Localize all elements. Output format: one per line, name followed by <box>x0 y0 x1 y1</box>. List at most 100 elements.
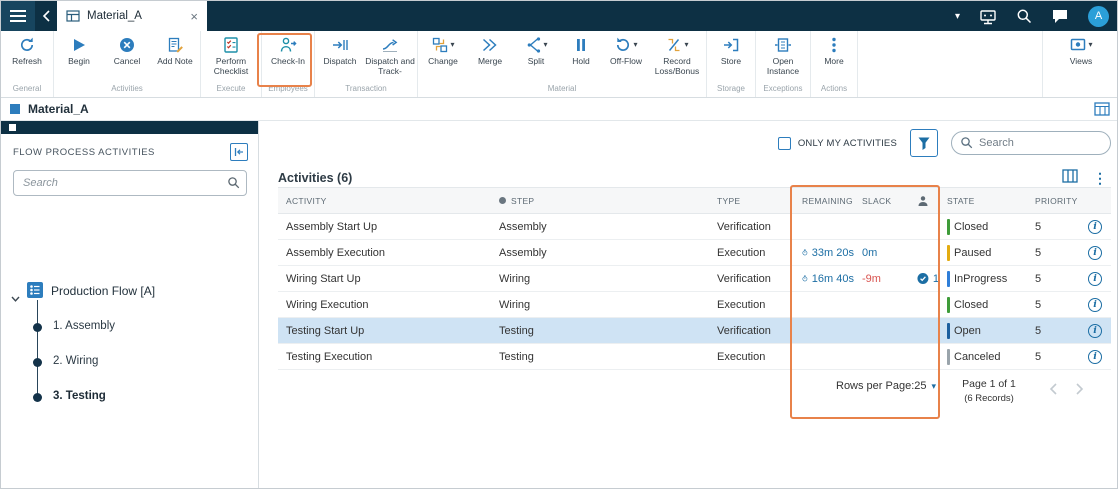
more-button[interactable]: More <box>812 36 856 67</box>
begin-button[interactable]: Begin <box>55 36 103 67</box>
cell-info: i <box>1079 297 1111 312</box>
col-activity[interactable]: ACTIVITY <box>278 196 491 206</box>
change-button[interactable]: ▾ Change <box>419 36 467 67</box>
activities-search-input[interactable] <box>951 131 1111 155</box>
ribbon-group-execute: Perform Checklist Execute <box>201 31 262 97</box>
record-dropdown-icon[interactable]: ▾ <box>684 40 688 49</box>
collapse-panel-icon[interactable] <box>230 143 248 161</box>
cell-step: Testing <box>499 350 534 363</box>
hold-button[interactable]: Hold <box>559 36 603 67</box>
checked-in-icon <box>917 273 929 284</box>
off-flow-dropdown-icon[interactable]: ▾ <box>633 40 637 49</box>
state-color-bar <box>947 296 950 313</box>
views-button[interactable]: ▾ Views <box>1057 36 1105 67</box>
ribbon-group-storage: Store Storage <box>707 31 756 97</box>
activities-table: ACTIVITY STEP TYPE REMAINING SLACK STATE… <box>278 187 1111 414</box>
ribbon-group-employees: Check-In Employees <box>262 31 315 97</box>
open-instance-button[interactable]: Open Instance <box>757 36 809 77</box>
dispatch-and-track-button[interactable]: Dispatch and Track- <box>364 36 416 77</box>
hamburger-menu-icon[interactable] <box>1 1 35 31</box>
check-in-icon <box>280 37 297 52</box>
tree-expander-icon[interactable] <box>11 289 20 307</box>
topbar-dropdown-icon[interactable]: ▾ <box>955 11 960 22</box>
refresh-button[interactable]: Refresh <box>2 36 52 67</box>
merge-button[interactable]: Merge <box>467 36 513 67</box>
more-options-icon[interactable]: ⋮ <box>1093 170 1107 187</box>
chat-icon[interactable] <box>1051 8 1069 24</box>
main-content: ONLY MY ACTIVITIES Activities (6) ⋮ ACTI… <box>259 121 1117 488</box>
col-step[interactable]: STEP <box>491 196 709 206</box>
sidebar-search-icon[interactable] <box>227 176 240 194</box>
sidebar-search-input[interactable] <box>13 170 247 196</box>
only-my-activities-checkbox[interactable] <box>777 136 791 150</box>
filter-button[interactable] <box>910 129 938 157</box>
column-chooser-icon[interactable] <box>1062 169 1078 188</box>
info-icon[interactable]: i <box>1088 323 1102 338</box>
table-row[interactable]: Wiring Execution Wiring Execution Closed… <box>278 292 1111 318</box>
table-row[interactable]: Assembly Execution Assembly Execution 33… <box>278 240 1111 266</box>
off-flow-button[interactable]: ▾ Off-Flow <box>603 36 649 67</box>
table-row[interactable]: Assembly Start Up Assembly Verification … <box>278 214 1111 240</box>
search-icon[interactable] <box>1016 8 1032 24</box>
flow-icon[interactable] <box>27 282 43 303</box>
cell-activity: Wiring Execution <box>286 298 369 311</box>
col-state[interactable]: STATE <box>939 196 1027 206</box>
step-icon <box>499 197 506 204</box>
sidebar-item-wiring[interactable]: 2. Wiring <box>53 355 98 367</box>
col-slack[interactable]: SLACK <box>854 196 909 206</box>
checklist-icon <box>224 37 238 53</box>
only-my-activities-label: ONLY MY ACTIVITIES <box>797 137 897 149</box>
cell-step: Assembly <box>499 220 547 233</box>
views-dropdown-icon[interactable]: ▾ <box>1088 40 1092 49</box>
table-row[interactable]: Wiring Start Up Wiring Verification 16m … <box>278 266 1111 292</box>
only-my-activities-toggle[interactable]: ONLY MY ACTIVITIES <box>777 136 897 150</box>
next-page-icon[interactable] <box>1076 382 1084 400</box>
pagination: Rows per Page:25 ▾ Page 1 of 1 (6 Record… <box>278 370 1111 414</box>
sidebar-search <box>13 170 248 196</box>
col-assignee[interactable] <box>909 195 939 207</box>
merge-icon <box>482 38 497 52</box>
col-remaining[interactable]: REMAINING <box>794 196 854 206</box>
ribbon-group-exceptions: Open Instance Exceptions <box>756 31 811 97</box>
ribbon-group-caption-actions: Actions <box>820 84 848 93</box>
prev-page-icon[interactable] <box>1049 382 1057 400</box>
info-icon[interactable]: i <box>1088 349 1102 364</box>
add-note-button[interactable]: Add Note <box>151 36 199 67</box>
split-button[interactable]: ▾ Split <box>513 36 559 67</box>
state-color-bar <box>947 218 950 235</box>
table-row[interactable]: Testing Start Up Testing Verification Op… <box>278 318 1111 344</box>
store-button[interactable]: Store <box>708 36 754 67</box>
info-icon[interactable]: i <box>1088 297 1102 312</box>
check-in-button[interactable]: Check-In <box>263 36 313 67</box>
cell-priority: 5 <box>1035 298 1042 311</box>
col-priority[interactable]: PRIORITY <box>1027 196 1079 206</box>
sidebar-item-testing[interactable]: 3. Testing <box>53 390 106 402</box>
board-view-icon[interactable] <box>1094 102 1110 116</box>
user-avatar[interactable]: A <box>1088 5 1109 27</box>
rows-per-page-select[interactable]: Rows per Page:25 ▾ <box>836 380 936 392</box>
info-icon[interactable]: i <box>1088 219 1102 234</box>
back-chevron-icon[interactable] <box>35 10 57 22</box>
sidebar-item-assembly[interactable]: 1. Assembly <box>53 320 115 332</box>
ribbon-group-caption-activities: Activities <box>111 84 143 93</box>
equipment-icon[interactable] <box>979 8 997 25</box>
info-icon[interactable]: i <box>1088 245 1102 260</box>
change-dropdown-icon[interactable]: ▾ <box>450 40 454 49</box>
page-title: Material_A <box>28 102 89 116</box>
split-dropdown-icon[interactable]: ▾ <box>543 40 547 49</box>
dispatch-button[interactable]: Dispatch <box>316 36 364 67</box>
tree-root-label[interactable]: Production Flow [A] <box>51 284 155 298</box>
table-row[interactable]: Testing Execution Testing Execution Canc… <box>278 344 1111 370</box>
perform-checklist-button[interactable]: Perform Checklist <box>202 36 260 77</box>
cell-step: Wiring <box>499 298 531 311</box>
tab-close-icon[interactable]: × <box>190 10 198 23</box>
ribbon-group-caption-material: Material <box>547 84 577 93</box>
record-loss-bonus-button[interactable]: ▾ Record Loss/Bonus <box>649 36 705 77</box>
cell-type: Execution <box>717 350 766 363</box>
info-icon[interactable]: i <box>1088 271 1102 286</box>
col-type[interactable]: TYPE <box>709 196 794 206</box>
cell-activity: Testing Execution <box>286 350 373 363</box>
cancel-button[interactable]: Cancel <box>103 36 151 67</box>
ribbon-group-actions: More Actions <box>811 31 858 97</box>
tab-material-a[interactable]: Material_A × <box>57 1 207 31</box>
